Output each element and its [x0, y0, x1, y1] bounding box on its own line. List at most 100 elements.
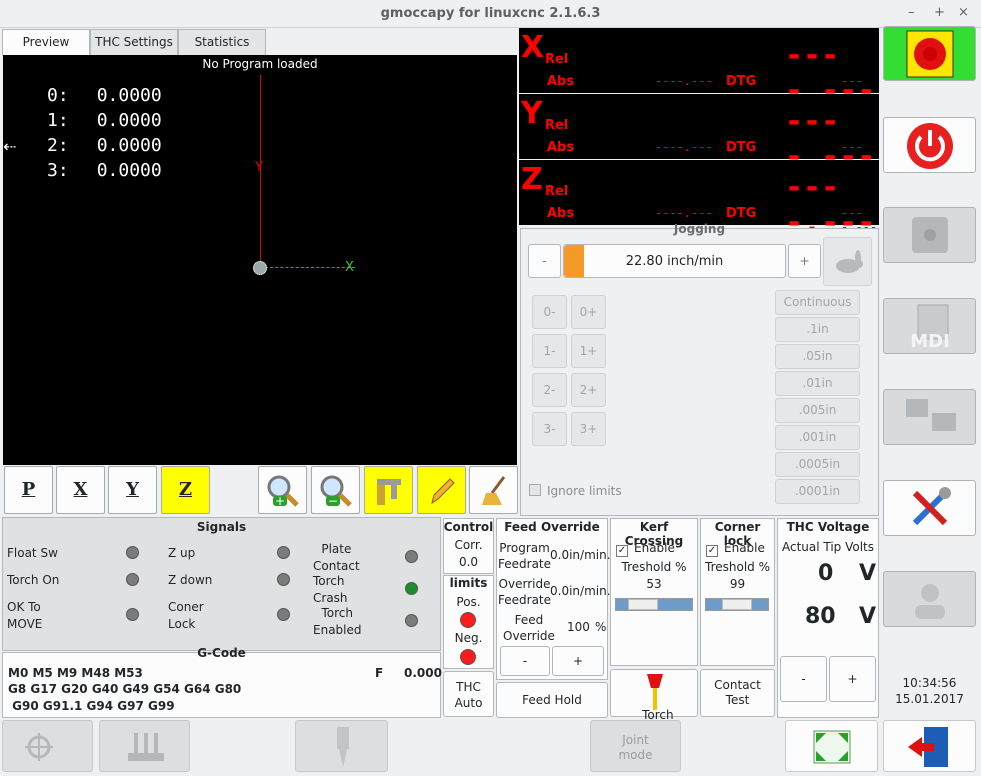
pencil-icon: [430, 478, 455, 505]
fullscreen-button[interactable]: [785, 720, 878, 772]
corr-label: Corr.: [454, 538, 483, 552]
dtg-label: DTG: [726, 74, 757, 89]
tool-icon: [337, 727, 349, 767]
signal-torch-enabled: Torch Enabled: [313, 606, 362, 637]
jog-0-plus-button[interactable]: 0+: [571, 295, 606, 329]
jog-2-minus-button[interactable]: 2-: [532, 373, 567, 407]
signals-panel: Signals: [2, 517, 441, 651]
thc-voltage-minus-button[interactable]: -: [780, 656, 827, 702]
dro-z[interactable]: Z Rel ----.--- Abs ----.--- DTG ----.---: [519, 160, 879, 240]
jog-3-plus-button[interactable]: 3+: [571, 412, 606, 446]
y-axis-label: Y: [255, 160, 263, 175]
measure-button[interactable]: [364, 466, 413, 514]
zoom-out-button[interactable]: −: [311, 466, 360, 514]
home-all-button[interactable]: [2, 720, 93, 772]
led-torch-enabled: [405, 614, 418, 627]
program-feedrate-label: Program Feedrate: [498, 541, 552, 571]
tab-preview[interactable]: Preview: [2, 29, 90, 56]
increment-0-0001[interactable]: .0001in: [775, 479, 860, 504]
manual-mode-button[interactable]: [883, 207, 976, 263]
limits-title: limits: [449, 576, 488, 590]
increment-0-005[interactable]: .005in: [775, 398, 860, 423]
auto-mode-button[interactable]: [883, 389, 976, 445]
increment-0-05[interactable]: .05in: [775, 344, 860, 369]
jog-speed-minus-button[interactable]: -: [528, 244, 561, 278]
jog-3-minus-button[interactable]: 3-: [532, 412, 567, 446]
minimize-button[interactable]: –: [908, 5, 915, 20]
clock-date: 15.01.2017: [895, 692, 964, 706]
offset-row: 2: 0.0000: [47, 135, 162, 156]
feed-override-label: Feed Override: [503, 613, 555, 643]
edit-button[interactable]: [417, 466, 466, 514]
jog-2-plus-button[interactable]: 2+: [571, 373, 606, 407]
x-axis-line: [265, 267, 355, 268]
tool-button[interactable]: [295, 720, 388, 772]
clear-plot-button[interactable]: [469, 466, 518, 514]
mdi-icon: MDI: [910, 304, 950, 351]
increment-0-001[interactable]: .001in: [775, 425, 860, 450]
zoom-in-button[interactable]: +: [258, 466, 307, 514]
maximize-button[interactable]: +: [934, 5, 945, 20]
caliper-icon: [376, 479, 401, 505]
increment-0-0005[interactable]: .0005in: [775, 452, 860, 477]
rel-label: Rel: [545, 52, 569, 67]
tab-statistics[interactable]: Statistics: [178, 29, 266, 55]
jog-speed-plus-button[interactable]: +: [788, 244, 821, 278]
touch-off-button[interactable]: [99, 720, 190, 772]
feed-hold-button[interactable]: Feed Hold: [496, 682, 608, 718]
feed-override-plus-button[interactable]: +: [552, 646, 604, 676]
tab-thc-settings[interactable]: THC Settings: [90, 29, 178, 55]
turtle-rabbit-button[interactable]: [823, 237, 872, 286]
joint-mode-button[interactable]: Joint mode: [590, 720, 681, 772]
view-z-button[interactable]: Z: [161, 466, 210, 514]
estop-button[interactable]: [883, 26, 976, 81]
jog-1-minus-button[interactable]: 1-: [532, 334, 567, 368]
view-y-button[interactable]: Y: [108, 466, 157, 514]
rel-label: Rel: [545, 118, 569, 133]
corner-enable-label: Enable: [724, 541, 765, 555]
user-tabs-button[interactable]: [883, 571, 976, 627]
clock-time: 10:34:56: [902, 676, 957, 690]
jog-speed-slider[interactable]: 22.80 inch/min: [563, 244, 786, 278]
axis-letter: Y: [521, 96, 543, 131]
feed-override-minus-button[interactable]: -: [500, 646, 550, 676]
thc-auto-button[interactable]: THC Auto: [443, 671, 494, 717]
contact-test-button[interactable]: Contact Test: [700, 669, 775, 717]
kerf-enable-label: Enable: [634, 541, 675, 555]
feed-value: 0.000: [404, 666, 442, 680]
dro-y[interactable]: Y Rel ----.--- Abs ----.--- DTG ----.---: [519, 94, 879, 174]
increment-0-1[interactable]: .1in: [775, 317, 860, 342]
kerf-enable-checkbox[interactable]: ✓ Enable: [616, 541, 675, 557]
gcode-line: G8 G17 G20 G40 G49 G54 G64 G80: [8, 682, 242, 696]
corner-enable-checkbox[interactable]: ✓ Enable: [706, 541, 765, 557]
kerf-threshold-label: Treshold %: [621, 560, 687, 574]
abs-label: Abs: [547, 206, 575, 221]
ignore-limits-checkbox[interactable]: Ignore limits: [529, 484, 622, 498]
view-x-button[interactable]: X: [56, 466, 105, 514]
signal-float-sw: Float Sw: [7, 546, 58, 560]
thc-voltage-plus-button[interactable]: +: [829, 656, 876, 702]
increment-0-01[interactable]: .01in: [775, 371, 860, 396]
corner-threshold-slider[interactable]: [705, 598, 769, 611]
gcode-line: G90 G91.1 G94 G97 G99: [8, 699, 175, 713]
abs-label: Abs: [547, 140, 575, 155]
close-button[interactable]: ×: [958, 5, 969, 20]
settings-button[interactable]: [883, 480, 976, 536]
override-feedrate-value: 0.0in/min.: [550, 584, 611, 598]
increment-continuous[interactable]: Continuous: [775, 290, 860, 315]
dro-x[interactable]: X Rel ----.--- Abs ----.--- DTG ----.---: [519, 28, 879, 108]
led-plate-contact: [405, 550, 418, 563]
signal-plate-contact: Plate Contact: [313, 542, 360, 573]
thc-voltage-title: THC Voltage: [786, 520, 870, 534]
svg-text:MDI: MDI: [910, 331, 950, 351]
jog-1-plus-button[interactable]: 1+: [571, 334, 606, 368]
mdi-button[interactable]: MDI: [883, 298, 976, 354]
exit-button[interactable]: [883, 720, 976, 772]
torch-enable-button[interactable]: Torch Enable: [610, 669, 698, 737]
jog-0-minus-button[interactable]: 0-: [532, 295, 567, 329]
view-p-button[interactable]: P: [4, 466, 53, 514]
kerf-threshold-slider[interactable]: [615, 598, 693, 611]
gcode-preview[interactable]: No Program loaded 0: 0.0000 1: 0.0000 2: 0.…: [3, 55, 517, 465]
power-button[interactable]: [883, 117, 976, 173]
neg-limit-led: [460, 649, 476, 665]
